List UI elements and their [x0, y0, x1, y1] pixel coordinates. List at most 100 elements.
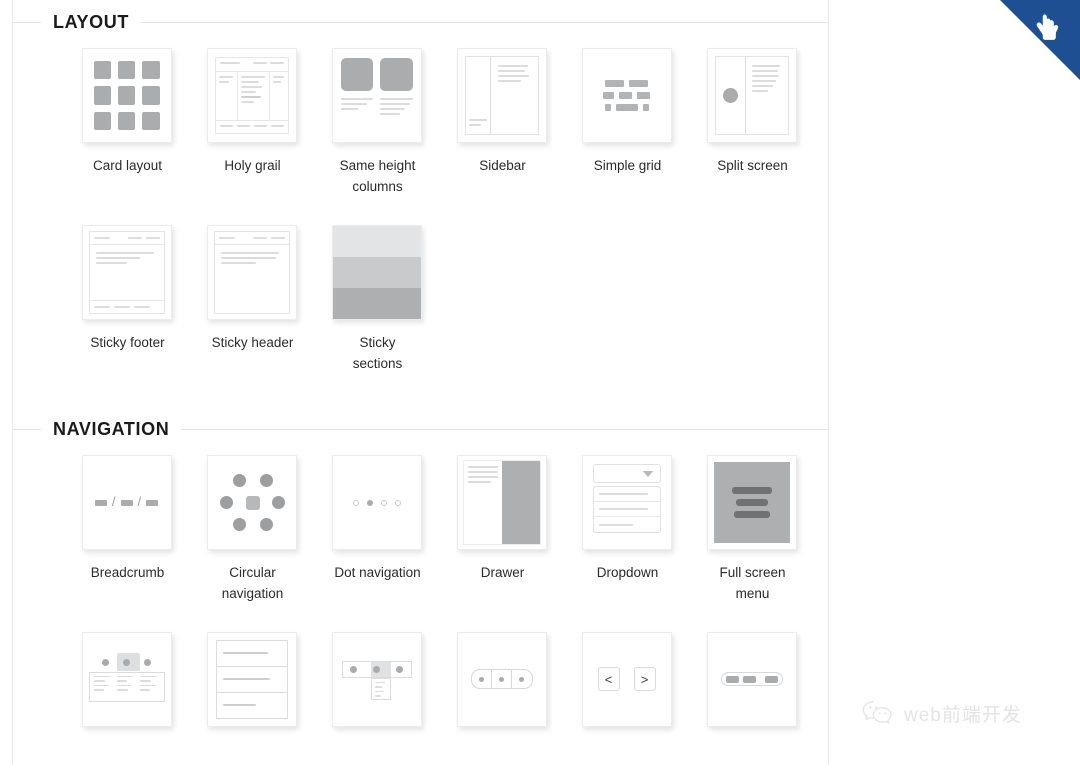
pattern-tile-drawer[interactable]: Drawer	[440, 455, 565, 605]
image-row	[340, 58, 413, 91]
pattern-tile-card-layout[interactable]: Card layout	[65, 48, 190, 198]
thumbnail-wrap	[331, 224, 424, 322]
drawer-art	[462, 460, 541, 545]
pattern-tile-holy-grail[interactable]: Holy grail	[190, 48, 315, 198]
right-pane	[746, 57, 788, 134]
split-screen-art	[714, 56, 789, 135]
nav-with-dropdown-art	[333, 633, 421, 726]
pattern-label: Dot navigation	[334, 565, 421, 580]
scrim	[501, 461, 540, 544]
watermark-text: web前端开发	[904, 705, 1022, 726]
thumbnail-wrap	[456, 48, 549, 145]
thumbnail-sticky-header	[206, 224, 297, 320]
left-pane	[716, 57, 746, 134]
thumbnail-holy-grail	[206, 48, 297, 143]
breadcrumb-art: / /	[83, 456, 171, 549]
footer-bar	[215, 120, 288, 133]
thumbnail-wrap	[331, 48, 424, 145]
section-header-layout: LAYOUT	[13, 0, 828, 44]
pattern-label: Dropdown	[596, 565, 659, 580]
thumbnail-simple-grid	[581, 48, 672, 143]
thumbnail-wrap: < >	[581, 631, 674, 729]
mega-menu-art	[83, 633, 171, 726]
pattern-label: Sidebar	[479, 158, 526, 173]
pattern-tile-nav-with-dropdown[interactable]	[315, 631, 440, 740]
pattern-tile-pill-navigation[interactable]	[440, 631, 565, 740]
thumbnail-prev-next: < >	[581, 631, 672, 727]
full-screen-menu-art	[713, 462, 790, 543]
pattern-tile-simple-grid[interactable]: Simple grid	[565, 48, 690, 198]
thumbnail-breadcrumb: / /	[81, 455, 172, 550]
thumbnail-wrap: / /	[81, 455, 174, 552]
thumbnail-full-screen-menu	[706, 455, 797, 550]
pattern-tile-sidebar[interactable]: Sidebar	[440, 48, 565, 198]
watermark: web前端开发	[862, 700, 1022, 727]
body	[215, 245, 289, 313]
dropdown-list	[592, 486, 661, 533]
pattern-tile-breadcrumb[interactable]: / / Breadcrumb	[65, 455, 190, 605]
thumbnail-circular-navigation	[206, 455, 297, 550]
corner-ribbon[interactable]	[1000, 0, 1080, 80]
thumbnail-pill-navigation	[456, 631, 547, 727]
pattern-tile-dropdown[interactable]: Dropdown	[565, 455, 690, 605]
pattern-label: Holy grail	[224, 158, 281, 173]
page-root: LAYOUT Card layout Holy grail Same heigh…	[0, 0, 1080, 765]
simple-grid-art	[583, 49, 671, 142]
prev-arrow-icon: <	[597, 667, 620, 692]
thumbnail-mega-menu	[81, 631, 172, 727]
pattern-label: Breadcrumb	[90, 565, 165, 580]
section-navigation: NAVIGATION / / Breadcrumb Circular navig…	[13, 407, 828, 740]
pattern-tile-prev-next[interactable]: < >	[565, 631, 690, 740]
three-columns	[216, 72, 288, 120]
cards-grid-art	[93, 61, 160, 130]
section-title-navigation: NAVIGATION	[53, 419, 170, 439]
thumbnail-wrap	[81, 48, 174, 145]
drawer-panel	[463, 461, 502, 544]
body	[90, 245, 164, 300]
left-column	[216, 72, 238, 120]
pattern-tile-split-screen[interactable]: Split screen	[690, 48, 815, 198]
thumbnail-sticky-footer	[81, 224, 172, 320]
pattern-tile-full-screen-menu[interactable]: Full screen menu	[690, 455, 815, 605]
pattern-label: Same height columns	[339, 158, 416, 194]
pattern-tile-segmented-tabs[interactable]	[690, 631, 815, 740]
sticky-footer-art	[88, 230, 165, 314]
thumbnail-wrap	[706, 631, 799, 729]
text-row	[340, 98, 413, 118]
sidebar-art	[464, 56, 539, 135]
pattern-tile-mega-menu[interactable]	[65, 631, 190, 740]
pattern-tile-list-menu[interactable]	[190, 631, 315, 740]
center-column	[238, 72, 270, 120]
sticky-header-art	[213, 230, 290, 314]
avatar-dot	[722, 88, 738, 103]
section-header-navigation: NAVIGATION	[13, 407, 828, 451]
list-menu-art	[215, 639, 288, 719]
thumbnail-sidebar	[456, 48, 547, 143]
thumbnail-dropdown	[581, 455, 672, 550]
thumbnail-wrap	[81, 224, 174, 322]
thumbnail-sticky-sections	[331, 224, 422, 320]
pattern-tile-sticky-sections[interactable]: Sticky sections	[315, 224, 440, 375]
pattern-tile-sticky-header[interactable]: Sticky header	[190, 224, 315, 375]
wechat-icon	[862, 701, 892, 725]
thumbnail-wrap	[206, 631, 299, 729]
pattern-tile-sticky-footer[interactable]: Sticky footer	[65, 224, 190, 375]
pattern-label: Sticky sections	[352, 334, 403, 371]
pill-navigation-art	[458, 633, 546, 726]
thumbnail-wrap	[331, 455, 424, 552]
thumbnail-wrap	[206, 48, 299, 145]
side-rail	[466, 57, 491, 134]
pattern-tile-same-height-columns[interactable]: Same height columns	[315, 48, 440, 198]
next-arrow-icon: >	[633, 667, 656, 692]
header-bar	[214, 232, 289, 245]
thumbnail-nav-with-dropdown	[331, 631, 422, 727]
pattern-label: Full screen menu	[719, 565, 786, 601]
footer-bar	[89, 299, 164, 313]
pattern-tile-circular-navigation[interactable]: Circular navigation	[190, 455, 315, 605]
dot-navigation-art	[333, 456, 421, 549]
thumbnail-wrap	[81, 631, 174, 729]
top-bar	[89, 232, 164, 245]
thumbnail-same-height-columns	[331, 48, 422, 143]
pattern-tile-dot-navigation[interactable]: Dot navigation	[315, 455, 440, 605]
pattern-label: Card layout	[92, 158, 163, 173]
